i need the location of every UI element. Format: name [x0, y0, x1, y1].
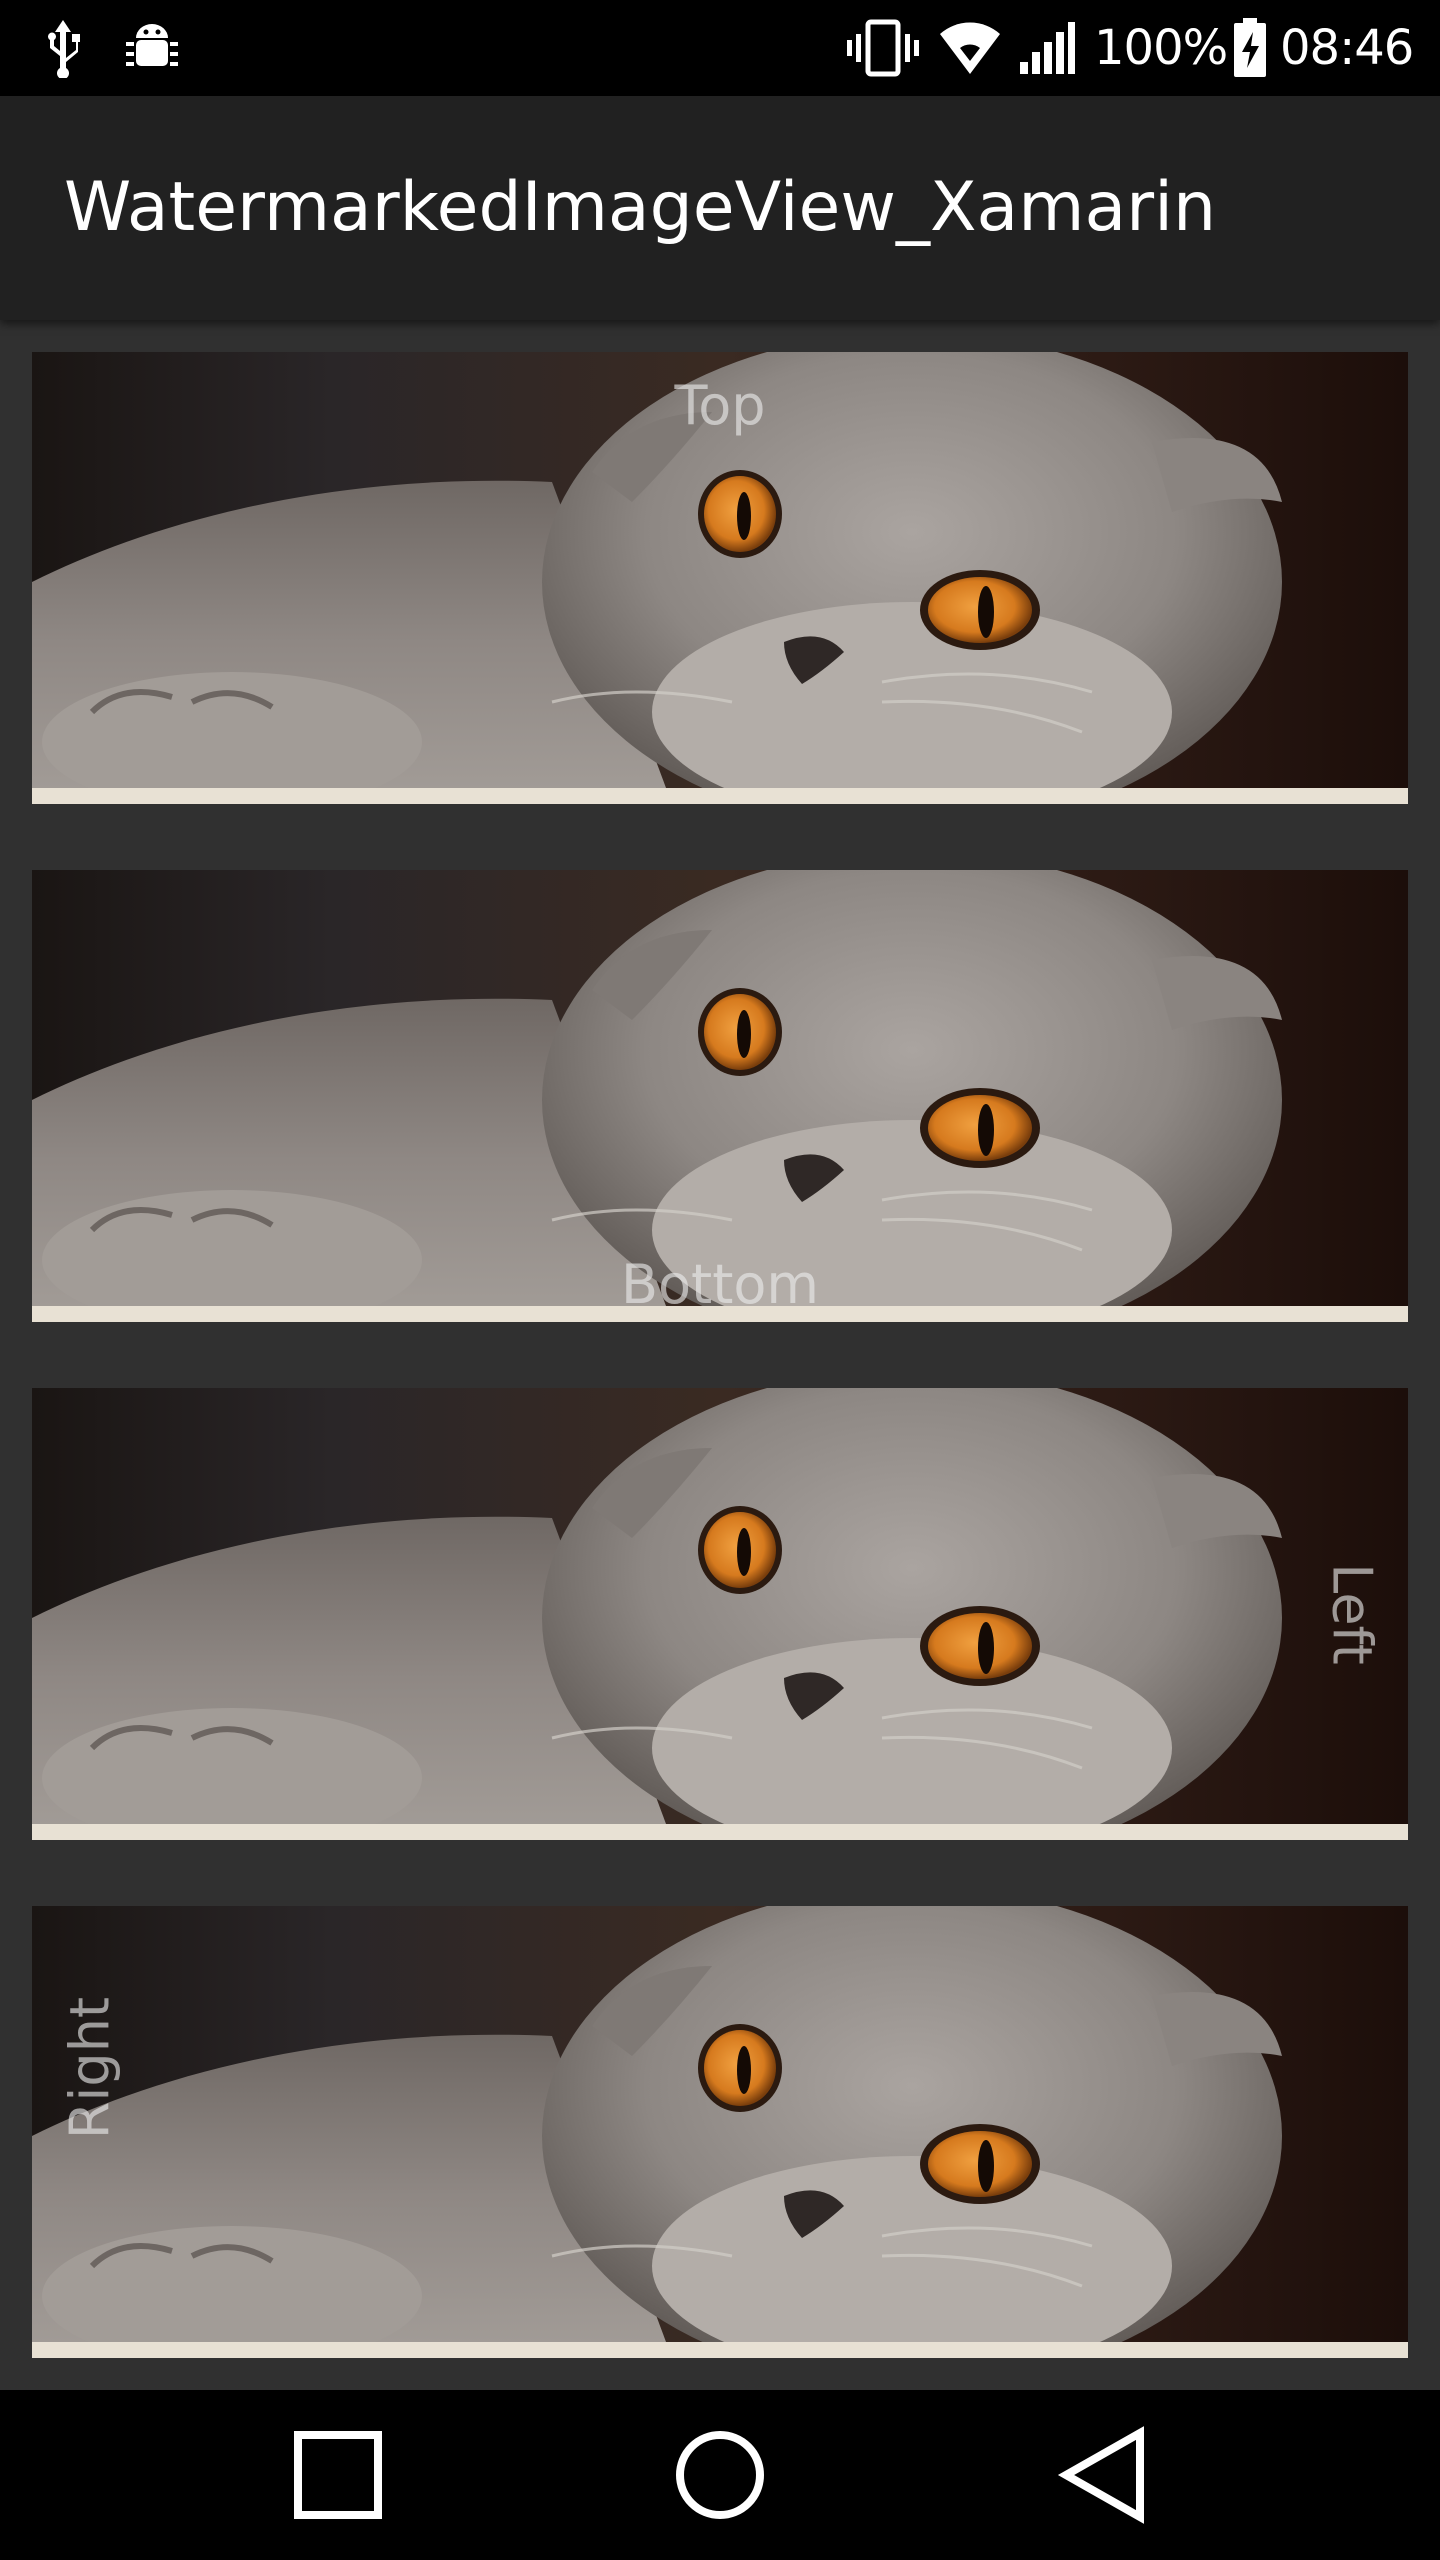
status-bar: 100% 08:46 — [0, 0, 1440, 96]
recents-icon[interactable] — [288, 2425, 388, 2525]
clock: 08:46 — [1280, 20, 1414, 76]
back-icon[interactable] — [1052, 2425, 1152, 2525]
android-debug-icon — [126, 24, 178, 66]
watermarked-image-top: Top — [32, 352, 1408, 804]
cat-photo — [32, 1388, 1408, 1840]
app-bar: WatermarkedImageView_Xamarin — [0, 96, 1440, 320]
home-icon[interactable] — [670, 2425, 770, 2525]
watermark-label: Bottom — [620, 1253, 820, 1316]
watermarked-image-left: Left — [32, 1388, 1408, 1840]
usb-icon — [48, 20, 80, 78]
signal-icon — [1020, 22, 1075, 74]
battery-charging-icon — [1234, 18, 1266, 77]
vibrate-icon — [847, 19, 919, 77]
watermarked-image-right: Right — [32, 1906, 1408, 2358]
watermark-label: Top — [674, 374, 766, 437]
watermarked-image-bottom: Bottom — [32, 870, 1408, 1322]
image-list: Top Bottom Left Right — [0, 320, 1440, 2390]
cat-photo — [32, 1906, 1408, 2358]
watermark-label: Left — [1320, 1563, 1384, 1665]
app-title: WatermarkedImageView_Xamarin — [64, 168, 1217, 247]
battery-percentage: 100% — [1094, 20, 1228, 76]
watermark-label: Right — [58, 1996, 122, 2140]
navigation-bar — [0, 2390, 1440, 2560]
wifi-icon — [940, 22, 1000, 74]
